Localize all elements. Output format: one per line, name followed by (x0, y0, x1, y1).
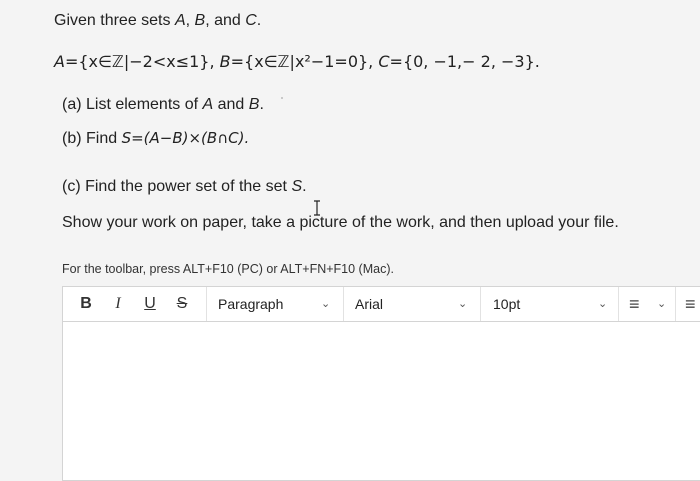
italic-button[interactable]: I (107, 293, 129, 315)
strikethrough-button[interactable]: S (171, 293, 193, 315)
def-a-name: A (54, 52, 65, 71)
question-intro: Given three sets A, B, and C. (54, 12, 261, 30)
toolbar-divider (675, 287, 676, 321)
paragraph-dropdown[interactable]: Paragraph (218, 287, 338, 321)
part-c-text: (c) Find the power set of the set (62, 178, 292, 195)
font-label: Arial (355, 296, 384, 312)
toolbar-divider (480, 287, 481, 321)
toolbar-divider (618, 287, 619, 321)
part-a-text: (a) List elements of (62, 96, 203, 113)
part-c: (c) Find the power set of the set S. (62, 178, 307, 196)
def-a: ={x∈ℤ|−2<x≤1}, (64, 52, 215, 71)
text-cursor-icon (314, 200, 320, 216)
intro-text: Given three sets (54, 12, 175, 29)
numbered-list-button[interactable]: ≡ (685, 287, 700, 321)
toolbar-hint: For the toolbar, press ALT+F10 (PC) or A… (62, 262, 394, 276)
part-b: (b) Find S=(A−B)×(B∩C). (62, 129, 249, 148)
part-a-set-a: A (202, 96, 214, 113)
set-definitions: A={x∈ℤ|−2<x≤1}, B={x∈ℤ|x²−1=0}, C={0, −1… (54, 52, 540, 71)
chevron-down-icon: ⌄ (598, 298, 608, 310)
stray-dot (281, 97, 283, 99)
set-c-label: C (245, 12, 257, 29)
paragraph-label: Paragraph (218, 296, 284, 312)
part-a: (a) List elements of A and B. (62, 96, 264, 113)
editor-toolbar: B I U S Paragraph ⌄ Arial ⌄ 10pt ⌄ ≡ ⌄ ≡ (62, 286, 700, 322)
chevron-down-icon: ⌄ (321, 298, 331, 310)
font-size-dropdown[interactable]: 10pt (493, 287, 603, 321)
part-c-period: . (302, 178, 307, 195)
size-label: 10pt (493, 296, 521, 312)
underline-button[interactable]: U (139, 293, 161, 315)
part-b-expression: S=(A−B)×(B∩C). (121, 129, 250, 147)
def-c: ={0, −1,− 2, −3}. (389, 52, 540, 71)
chevron-down-icon: ⌄ (458, 298, 468, 310)
part-b-text: (b) Find (62, 130, 122, 147)
bold-button[interactable]: B (75, 293, 97, 315)
comma: , (185, 12, 195, 29)
toolbar-divider (343, 287, 344, 321)
def-b: ={x∈ℤ|x²−1=0}, (230, 52, 374, 71)
set-a-label: A (174, 12, 186, 29)
toolbar-divider (206, 287, 207, 321)
part-a-set-b: B (248, 96, 260, 113)
period: . (256, 12, 262, 29)
def-c-name: C (378, 52, 390, 71)
numbered-list-icon: ≡ (685, 294, 696, 314)
set-b-label: B (194, 12, 206, 29)
part-c-set-s: S (291, 178, 303, 195)
and-text: , and (205, 12, 246, 29)
def-b-name: B (219, 52, 231, 71)
chevron-down-icon: ⌄ (657, 298, 667, 310)
bullet-list-icon: ≡ (629, 294, 640, 314)
font-family-dropdown[interactable]: Arial (355, 287, 475, 321)
part-a-period: . (259, 96, 264, 113)
editor-body[interactable] (62, 321, 700, 481)
instructions: Show your work on paper, take a picture … (62, 214, 619, 231)
